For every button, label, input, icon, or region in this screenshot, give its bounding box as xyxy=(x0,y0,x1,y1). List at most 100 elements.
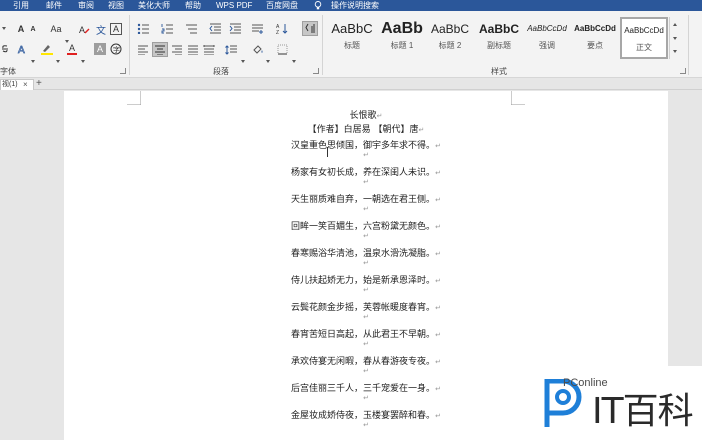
menu-help[interactable]: 帮助 xyxy=(185,0,201,11)
group-divider xyxy=(322,15,323,75)
gallery-up-icon[interactable] xyxy=(673,23,677,26)
watermark-it-baike: IT百科 xyxy=(592,391,694,432)
style-key-point[interactable]: AaBbCcDd 要点 xyxy=(572,17,618,59)
style-subtitle[interactable]: AaBbC 副标题 xyxy=(476,17,522,59)
styles-gallery-scroll xyxy=(669,17,679,59)
style-heading-2-name: 标题 2 xyxy=(438,41,462,50)
document-tab[interactable]: 视(1) × xyxy=(0,79,34,90)
poem-author-text: 【作者】白居易 【朝代】唐 xyxy=(307,125,419,135)
line-spacing-dropdown-icon[interactable] xyxy=(241,60,245,63)
close-tab-icon[interactable]: × xyxy=(23,80,28,90)
align-left-icon[interactable] xyxy=(136,43,150,56)
style-key-point-preview: AaBbCcDd xyxy=(574,24,616,33)
style-heading-2[interactable]: AaBbC 标题 2 xyxy=(427,17,473,59)
poem-line-text: 后宫佳丽三千人，三千宠爱在一身。 xyxy=(291,384,436,394)
menu-references[interactable]: 引用 xyxy=(13,0,29,11)
text-cursor xyxy=(327,147,328,157)
paragraph-mark: ↵ xyxy=(435,196,441,204)
paragraph-mark: ↵ xyxy=(435,250,441,258)
tell-me-search[interactable]: 操作说明搜索 xyxy=(331,0,379,11)
empty-paragraph-mark: ↵ xyxy=(363,286,369,294)
ribbon: A A Aa A 文 A A A A 字 字体 A Z 段落 AaBbC 标题 … xyxy=(0,11,702,78)
style-normal[interactable]: AaBbCcDd 正文 xyxy=(620,17,668,59)
styles-dialog-launcher-icon[interactable] xyxy=(680,68,686,74)
gallery-down-icon[interactable] xyxy=(673,37,677,40)
borders-dropdown-icon[interactable] xyxy=(292,60,296,63)
style-emphasis[interactable]: AaBbCcDd 强调 xyxy=(524,17,570,59)
style-normal-preview: AaBbCcDd xyxy=(624,26,664,35)
show-formatting-marks-icon[interactable] xyxy=(302,21,318,36)
paragraph-dialog-launcher-icon[interactable] xyxy=(313,68,319,74)
new-tab-icon[interactable]: + xyxy=(36,78,42,90)
line-spacing-icon[interactable] xyxy=(224,43,238,56)
clear-formatting-icon[interactable]: A xyxy=(78,23,90,35)
svg-text:Z: Z xyxy=(276,30,279,34)
menu-baidu-netdisk[interactable]: 百度网盘 xyxy=(266,0,298,11)
highlight-dropdown-icon[interactable] xyxy=(56,60,60,63)
decrease-indent-icon[interactable] xyxy=(208,22,222,35)
style-subtitle-name: 副标题 xyxy=(487,41,511,50)
highlight-color-icon[interactable] xyxy=(40,43,54,55)
poem-line: 云鬓花颜金步摇，芙蓉帐暖度春宵。↵ xyxy=(64,300,668,313)
watermark-brand: PConline xyxy=(563,377,608,389)
character-shading-icon[interactable]: A xyxy=(94,43,106,55)
font-size-dropdown-arrow-icon[interactable] xyxy=(0,23,8,35)
style-heading-1-preview: AaBb xyxy=(381,20,423,37)
font-color-icon[interactable]: A xyxy=(66,43,78,55)
grow-font-icon[interactable]: A xyxy=(17,23,25,35)
poem-title-text: 长恨歌 xyxy=(349,111,377,121)
style-subtitle-preview: AaBbC xyxy=(478,22,519,36)
text-effects-dropdown-icon[interactable] xyxy=(31,60,35,63)
document-tab-strip: 视(1) × + xyxy=(0,78,702,90)
poem-line-text: 云鬓花颜金步摇，芙蓉帐暖度春宵。 xyxy=(291,303,436,313)
empty-paragraph-mark: ↵ xyxy=(363,340,369,348)
shading-dropdown-icon[interactable] xyxy=(266,60,270,63)
numbering-icon[interactable] xyxy=(160,22,174,35)
menu-wps-pdf[interactable]: WPS PDF xyxy=(216,0,252,11)
increase-indent-icon[interactable] xyxy=(228,22,242,35)
style-key-point-name: 要点 xyxy=(587,41,603,50)
align-center-icon[interactable] xyxy=(152,42,168,57)
shrink-font-icon[interactable]: A xyxy=(29,23,37,35)
paragraph-mark: ↵ xyxy=(435,358,441,366)
poem-line-text: 承欢侍宴无闲暇，春从春游夜专夜。 xyxy=(291,357,436,367)
styles-gallery: AaBbC 标题 AaBb 标题 1 AaBbC 标题 2 AaBbC 副标题 … xyxy=(327,17,669,59)
enclose-characters-icon[interactable]: 字 xyxy=(110,43,122,55)
text-effects-icon[interactable]: A xyxy=(17,43,29,55)
font-color-letter: A xyxy=(68,42,75,53)
strikethrough-icon[interactable] xyxy=(0,43,9,55)
poem-line: 侍儿扶起娇无力，始是新承恩泽时。↵ xyxy=(64,273,668,286)
menu-view[interactable]: 视图 xyxy=(108,0,124,11)
sort-icon[interactable]: AZ xyxy=(275,22,289,35)
margin-corner-mark xyxy=(127,91,141,105)
borders-icon[interactable] xyxy=(276,43,289,56)
gallery-more-icon[interactable] xyxy=(673,50,677,53)
font-color-dropdown-icon[interactable] xyxy=(81,60,85,63)
enclose-character-icon[interactable]: A xyxy=(110,23,122,35)
empty-paragraph-mark: ↵ xyxy=(363,259,369,267)
style-emphasis-name: 强调 xyxy=(539,41,555,50)
menu-beautify[interactable]: 美化大师 xyxy=(138,0,170,11)
paragraph-mark: ↵ xyxy=(435,142,441,150)
poem-line-text: 回眸一笑百媚生，六宫粉黛无颜色。 xyxy=(291,222,436,232)
multilevel-list-icon[interactable] xyxy=(184,22,198,35)
change-case-button[interactable]: Aa xyxy=(49,23,63,35)
distributed-icon[interactable] xyxy=(202,43,216,56)
poem-line-text: 春宵苦短日高起，从此君王不早朝。 xyxy=(291,330,436,340)
paragraph-mark: ↵ xyxy=(435,223,441,231)
font-dialog-launcher-icon[interactable] xyxy=(120,68,126,74)
shading-icon[interactable] xyxy=(251,43,264,56)
phonetic-guide-icon[interactable]: 文 xyxy=(95,23,107,37)
menu-review[interactable]: 审阅 xyxy=(78,0,94,11)
justify-icon[interactable] xyxy=(186,43,200,56)
style-title[interactable]: AaBbC 标题 xyxy=(327,17,377,59)
poem-line-text: 金屋妆成娇侍夜，玉楼宴罢醉和春。 xyxy=(291,411,436,421)
chinese-layout-icon[interactable] xyxy=(250,22,264,35)
style-heading-1[interactable]: AaBb 标题 1 xyxy=(379,17,425,59)
align-right-icon[interactable] xyxy=(170,43,184,56)
menu-mailings[interactable]: 邮件 xyxy=(46,0,62,11)
poem-author-line: 【作者】白居易 【朝代】唐↵ xyxy=(64,122,668,135)
bullets-icon[interactable] xyxy=(136,22,150,35)
empty-paragraph-mark: ↵ xyxy=(363,313,369,321)
style-heading-1-name: 标题 1 xyxy=(390,41,414,50)
